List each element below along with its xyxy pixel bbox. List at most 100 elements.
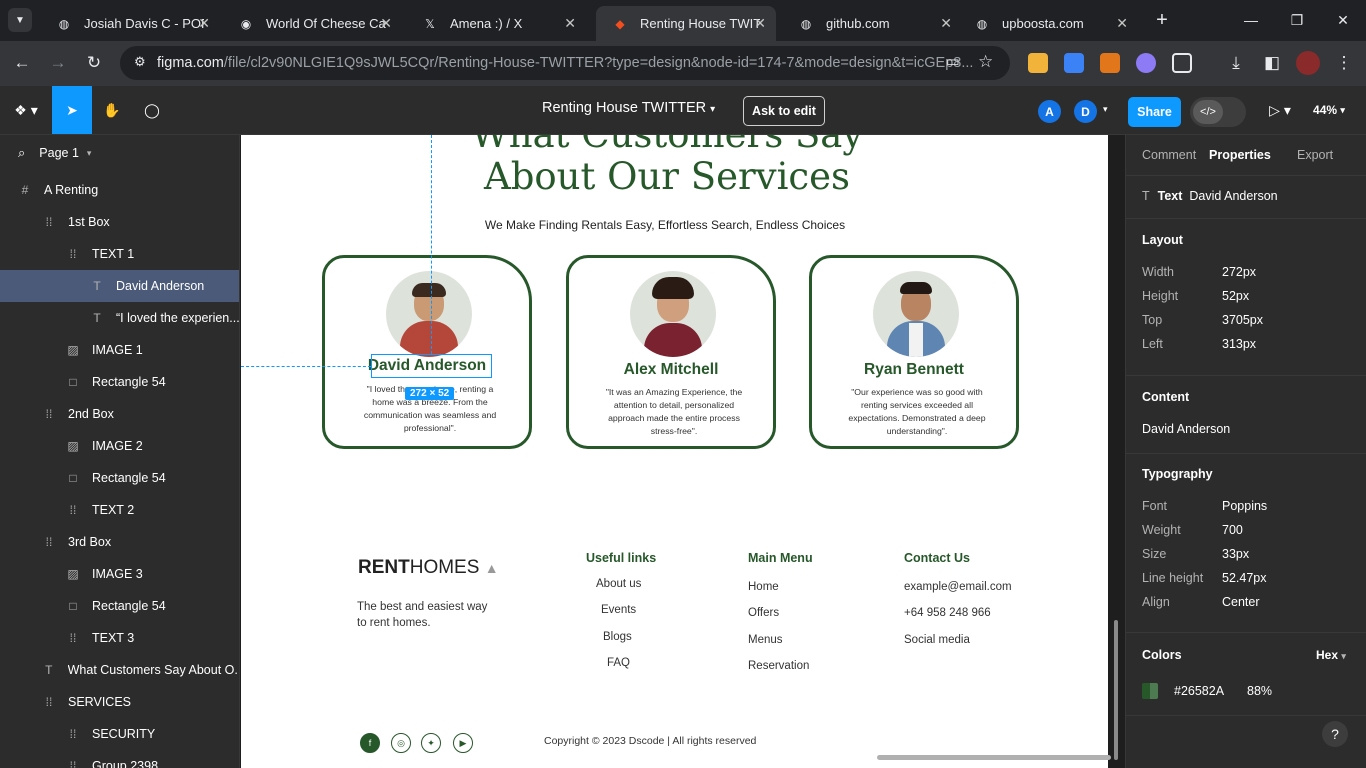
layer-item[interactable]: ⁞⁞ TEXT 1 — [0, 238, 239, 270]
property-value[interactable]: 33px — [1222, 547, 1249, 561]
layer-item[interactable]: T David Anderson — [0, 270, 239, 302]
layer-item[interactable]: ▨ IMAGE 2 — [0, 430, 239, 462]
tab-close-icon[interactable]: ✕ — [754, 15, 766, 32]
color-opacity-value[interactable]: 88% — [1247, 684, 1272, 698]
bookmark-star-icon[interactable]: ☆ — [978, 52, 993, 72]
maximize-icon[interactable]: ❐ — [1274, 0, 1320, 40]
reload-icon[interactable]: ↻ — [80, 49, 108, 77]
avatar[interactable]: A — [1038, 100, 1061, 123]
hand-tool-icon[interactable]: ✋ — [96, 86, 128, 134]
layer-item[interactable]: □ Rectangle 54 — [0, 462, 239, 494]
forward-arrow-icon[interactable]: → — [44, 49, 72, 77]
page-selector[interactable]: ⌕ Page 1 ▾ — [18, 145, 91, 161]
tab-properties[interactable]: Properties — [1209, 148, 1271, 162]
testimonial-card-2[interactable]: Alex Mitchell "It was an Amazing Experie… — [566, 255, 776, 449]
more-menu-icon[interactable]: ⋮ — [1330, 49, 1358, 77]
layer-item[interactable]: ⁞⁞ 3rd Box — [0, 526, 239, 558]
tab-1[interactable]: ◍ Josiah Davis C - PORT✕ — [40, 6, 220, 41]
back-arrow-icon[interactable]: ← — [8, 49, 36, 77]
youtube-icon[interactable]: ▶ — [453, 733, 473, 753]
layer-item[interactable]: ⁞⁞ TEXT 3 — [0, 622, 239, 654]
contact-email[interactable]: example@email.com — [904, 581, 1012, 593]
search-icon[interactable]: ⌕ — [18, 145, 25, 161]
horizontal-scrollbar[interactable] — [877, 755, 1111, 760]
footer-link[interactable]: Events — [601, 604, 636, 616]
layer-item[interactable]: ⁞⁞ 1st Box — [0, 206, 239, 238]
ask-to-edit-button[interactable]: Ask to edit — [743, 96, 825, 126]
color-hex-value[interactable]: #26582A — [1174, 684, 1224, 698]
property-value[interactable]: 313px — [1222, 337, 1256, 351]
facebook-icon[interactable]: f — [360, 733, 380, 753]
profile-avatar[interactable] — [1296, 51, 1320, 75]
instagram-icon[interactable]: ◎ — [391, 733, 411, 753]
url-bar[interactable]: ⚙ figma.com/file/cl2v90NLGIE1Q9sJWL5CQr/… — [120, 46, 1010, 80]
testimonial-card-3[interactable]: Ryan Bennett "Our experience was so good… — [809, 255, 1019, 449]
layer-item[interactable]: □ Rectangle 54 — [0, 590, 239, 622]
property-value[interactable]: Poppins — [1222, 499, 1267, 513]
tab-close-icon[interactable]: ✕ — [380, 15, 392, 32]
property-value[interactable]: 272px — [1222, 265, 1256, 279]
layer-item[interactable]: ⁞⁞ TEXT 2 — [0, 494, 239, 526]
layer-item[interactable]: ⁞⁞ SECURITY — [0, 718, 239, 750]
tab-close-icon[interactable]: ✕ — [198, 15, 210, 32]
sidebar-icon[interactable]: ◧ — [1258, 49, 1286, 77]
metamask-icon[interactable] — [1100, 53, 1120, 73]
twitter-icon[interactable]: ✦ — [421, 733, 441, 753]
selection-box[interactable] — [371, 354, 492, 378]
minimize-icon[interactable]: — — [1228, 0, 1274, 40]
layer-item[interactable]: ▨ IMAGE 3 — [0, 558, 239, 590]
present-play-icon[interactable]: ▷ ▾ — [1262, 86, 1298, 134]
layer-item[interactable]: □ Rectangle 54 — [0, 366, 239, 398]
tab-close-icon[interactable]: ✕ — [1116, 15, 1128, 32]
layer-item[interactable]: ▨ IMAGE 1 — [0, 334, 239, 366]
new-tab-button[interactable]: + — [1150, 8, 1174, 32]
tab-close-icon[interactable]: ✕ — [564, 15, 576, 32]
close-window-icon[interactable]: ✕ — [1320, 0, 1366, 40]
tab-4[interactable]: ◆ Renting House TWITTER✕ — [596, 6, 776, 41]
content-value[interactable]: David Anderson — [1142, 422, 1230, 436]
puzzle-icon[interactable] — [1172, 53, 1192, 73]
footer-link[interactable]: Menus — [748, 634, 783, 646]
avatar[interactable]: D — [1074, 100, 1097, 123]
design-canvas[interactable]: What Customers Say About Our Services We… — [241, 135, 1125, 768]
footer-link[interactable]: Home — [748, 581, 779, 593]
clipboard-icon[interactable]: ▭ — [946, 54, 960, 70]
footer-link[interactable]: Reservation — [748, 660, 809, 672]
property-value[interactable]: 52.47px — [1222, 571, 1266, 585]
testimonial-card-1[interactable]: David Anderson "I loved the experience, … — [322, 255, 532, 449]
footer-link[interactable]: Offers — [748, 607, 779, 619]
layer-item[interactable]: # A Renting — [0, 174, 239, 206]
color-swatch[interactable] — [1142, 683, 1158, 699]
footer-link[interactable]: About us — [596, 578, 641, 590]
extension-icon[interactable] — [1136, 53, 1156, 73]
layer-item[interactable]: T “I loved the experien... — [0, 302, 239, 334]
tab-export[interactable]: Export — [1297, 148, 1333, 162]
footer-link[interactable]: FAQ — [607, 657, 630, 669]
download-icon[interactable]: ⤓ — [1222, 49, 1250, 77]
property-value[interactable]: 700 — [1222, 523, 1243, 537]
layer-item[interactable]: ⁞⁞ 2nd Box — [0, 398, 239, 430]
site-info-icon[interactable]: ⚙ — [134, 54, 146, 70]
share-button[interactable]: Share — [1128, 97, 1181, 127]
file-name[interactable]: Renting House TWITTER ▾ — [542, 100, 715, 116]
tab-comment[interactable]: Comment — [1142, 148, 1196, 162]
chevron-down-icon[interactable]: ▾ — [1103, 104, 1108, 115]
tab-3[interactable]: 𝕏 Amena :) / X ✕ — [406, 6, 586, 41]
docs-extension-icon[interactable] — [1064, 53, 1084, 73]
dev-mode-toggle[interactable]: </> — [1190, 97, 1246, 127]
tab-5[interactable]: ◍ github.com ✕ — [782, 6, 962, 41]
layer-item[interactable]: T What Customers Say About O... — [0, 654, 239, 686]
property-value[interactable]: Center — [1222, 595, 1260, 609]
tab-close-icon[interactable]: ✕ — [940, 15, 952, 32]
color-format-select[interactable]: Hex ▾ — [1316, 648, 1346, 662]
vertical-scrollbar[interactable] — [1114, 620, 1118, 760]
tab-6[interactable]: ◍ upboosta.com ✕ — [958, 6, 1138, 41]
property-value[interactable]: 3705px — [1222, 313, 1263, 327]
zoom-level[interactable]: 44% ▾ — [1304, 86, 1354, 134]
help-button[interactable]: ? — [1322, 721, 1348, 747]
tab-search-button[interactable]: ▼ — [8, 8, 32, 32]
contact-social[interactable]: Social media — [904, 634, 970, 646]
tab-2[interactable]: ◉ World Of Cheese Cake✕ — [222, 6, 402, 41]
contact-phone[interactable]: +64 958 248 966 — [904, 607, 991, 619]
layer-item[interactable]: ⁞⁞ Group 2398 — [0, 750, 239, 768]
